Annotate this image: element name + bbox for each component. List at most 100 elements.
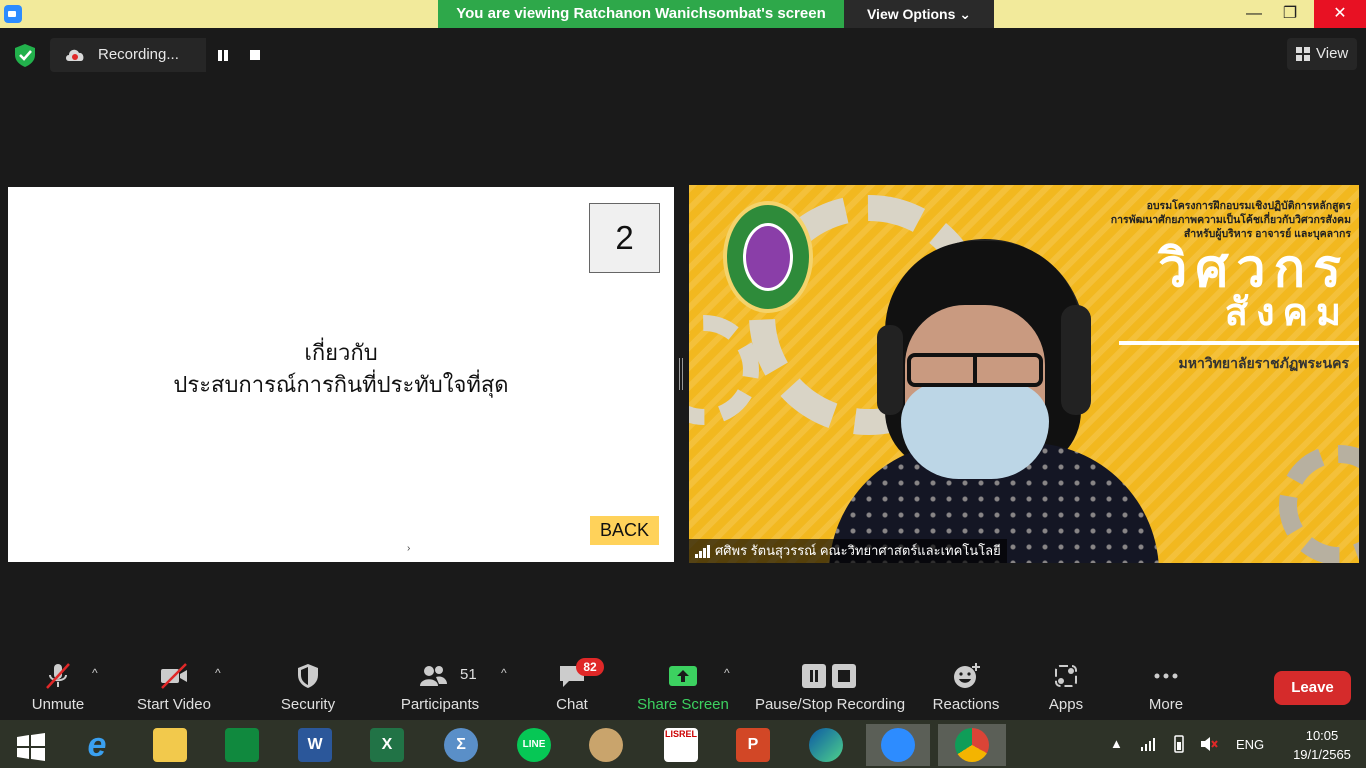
battery-plug-icon[interactable]: [1170, 734, 1188, 754]
input-language[interactable]: ENG: [1236, 737, 1264, 752]
face-mask: [901, 383, 1049, 479]
participant-glasses: [907, 353, 1043, 387]
unmute-button[interactable]: Unmute: [22, 650, 94, 720]
zoom-icon: [881, 728, 915, 762]
background-university-name: มหาวิทยาลัยราชภัฏพระนคร: [1178, 355, 1350, 371]
taskbar-powerpoint[interactable]: P: [724, 724, 780, 766]
encryption-shield-icon[interactable]: [12, 42, 38, 68]
participants-icon: [419, 666, 447, 686]
slide-back-button[interactable]: BACK: [590, 516, 659, 545]
slide-title-line2: ประสบการณ์การกินที่ประทับใจที่สุด: [173, 372, 509, 397]
close-window-button[interactable]: ✕: [1314, 0, 1366, 28]
taskbar-zoom[interactable]: [866, 724, 930, 766]
security-shield-icon: [298, 664, 318, 688]
taskbar-store[interactable]: [213, 724, 269, 766]
participants-count: 51: [460, 666, 477, 683]
share-options-caret[interactable]: ^: [724, 666, 730, 680]
pause-stop-recording-button[interactable]: Pause/Stop Recording: [752, 650, 908, 720]
participant-name: ศศิพร รัตนสุวรรณ์ คณะวิทยาศาสตร์และเทคโน…: [715, 543, 1001, 558]
security-label: Security: [280, 696, 336, 713]
leave-meeting-button[interactable]: Leave: [1274, 671, 1351, 705]
signal-strength-icon: [695, 545, 710, 558]
background-brand-line1: วิศวกร: [1158, 240, 1349, 298]
more-label: More: [1148, 696, 1184, 713]
pause-stop-icon: [802, 664, 856, 688]
taskbar-math-input[interactable]: Σ: [432, 724, 488, 766]
headphone-right: [1061, 305, 1091, 415]
taskbar-line[interactable]: LINE: [505, 724, 561, 766]
line-icon: LINE: [517, 728, 551, 762]
slide-title: เกี่ยวกับ ประสบการณ์การกินที่ประทับใจที่…: [8, 337, 674, 401]
background-header-text: อบรมโครงการฝึกอบรมเชิงปฏิบัติการหลักสูตร…: [1069, 199, 1351, 241]
word-icon: W: [298, 728, 332, 762]
taskbar-word[interactable]: W: [286, 724, 342, 766]
cloud-recording-icon: [66, 49, 84, 61]
paint-palette-icon: [589, 728, 623, 762]
reactions-button[interactable]: Reactions: [928, 650, 1004, 720]
recording-label: Recording...: [98, 46, 179, 63]
meeting-toolbar: Unmute ^ Start Video ^ Security Particip…: [0, 650, 1366, 720]
clock-time: 10:05: [1305, 728, 1339, 743]
windows-taskbar: e W X Σ LINE LISREL P ▲ ENG 10:05 19/1/2…: [0, 720, 1366, 768]
header-line3: สำหรับผู้บริหาร อาจารย์ และบุคลากร: [1183, 228, 1351, 240]
mouse-cursor: ›: [407, 543, 411, 554]
excel-icon: X: [370, 728, 404, 762]
slide-page-number: 2: [589, 203, 660, 273]
reactions-label: Reactions: [932, 696, 1000, 713]
participants-label: Participants: [400, 696, 480, 713]
folder-icon: [153, 728, 187, 762]
audio-options-caret[interactable]: ^: [92, 666, 98, 680]
participants-options-caret[interactable]: ^: [501, 666, 507, 680]
window-title-bar: You are viewing Ratchanon Wanichsombat's…: [0, 0, 1366, 28]
taskbar-lisrel[interactable]: LISREL: [652, 724, 708, 766]
start-video-label: Start Video: [137, 696, 211, 713]
view-options-button[interactable]: View Options ⌄: [844, 0, 994, 28]
taskbar-paint[interactable]: [577, 724, 633, 766]
participant-video-tile: อบรมโครงการฝึกอบรมเชิงปฏิบัติการหลักสูตร…: [689, 185, 1359, 563]
speaker-muted-icon[interactable]: [1200, 736, 1218, 752]
lisrel-icon: LISREL: [664, 728, 698, 762]
apps-label: Apps: [1048, 696, 1084, 713]
apps-icon: [1055, 665, 1077, 687]
share-screen-button[interactable]: Share Screen: [636, 650, 730, 720]
maximize-button[interactable]: ❐: [1270, 0, 1310, 28]
taskbar-chrome[interactable]: [938, 724, 1006, 766]
recording-indicator: Recording...: [50, 38, 271, 72]
view-layout-button[interactable]: View: [1287, 38, 1357, 70]
show-hidden-icons-chevron[interactable]: ▲: [1110, 736, 1123, 751]
clock-date: 19/1/2565: [1293, 747, 1351, 762]
chrome-icon: [955, 728, 989, 762]
network-signal-icon[interactable]: [1140, 736, 1156, 752]
chat-unread-badge: 82: [576, 658, 604, 676]
taskbar-edge[interactable]: [797, 724, 853, 766]
internet-explorer-icon: e: [87, 726, 107, 764]
start-button[interactable]: [2, 724, 58, 766]
taskbar-internet-explorer[interactable]: e: [68, 724, 124, 766]
pause-stop-recording-label: Pause/Stop Recording: [754, 696, 906, 713]
security-button[interactable]: Security: [272, 650, 344, 720]
grid-icon: [1296, 47, 1310, 61]
view-label: View: [1316, 45, 1349, 62]
stop-recording-button[interactable]: [240, 38, 271, 72]
shared-screen-slide: 2 เกี่ยวกับ ประสบการณ์การกินที่ประทับใจท…: [8, 187, 674, 562]
taskbar-excel[interactable]: X: [358, 724, 414, 766]
split-view-handle[interactable]: [679, 358, 683, 390]
header-line2: การพัฒนาศักยภาพความเป็นโค้ชเกี่ยวกับวิศว…: [1110, 214, 1351, 226]
apps-button[interactable]: Apps: [1034, 650, 1098, 720]
windows-logo-icon: [17, 733, 45, 761]
pause-recording-button[interactable]: [206, 38, 240, 72]
participant-name-tag: ศศิพร รัตนสุวรรณ์ คณะวิทยาศาสตร์และเทคโน…: [689, 539, 1007, 563]
minimize-button[interactable]: —: [1234, 0, 1274, 28]
taskbar-file-explorer[interactable]: [141, 724, 197, 766]
smiley-plus-icon: [954, 663, 980, 688]
zoom-logo-icon: [4, 5, 22, 23]
store-bag-icon: [225, 728, 259, 762]
system-clock[interactable]: 10:05 19/1/2565: [1290, 726, 1354, 764]
powerpoint-icon: P: [736, 728, 770, 762]
video-off-icon: [161, 663, 187, 689]
unmute-label: Unmute: [31, 696, 85, 713]
participants-button[interactable]: Participants: [396, 650, 484, 720]
video-options-caret[interactable]: ^: [215, 666, 221, 680]
more-button[interactable]: More: [1134, 650, 1198, 720]
start-video-button[interactable]: Start Video: [130, 650, 218, 720]
